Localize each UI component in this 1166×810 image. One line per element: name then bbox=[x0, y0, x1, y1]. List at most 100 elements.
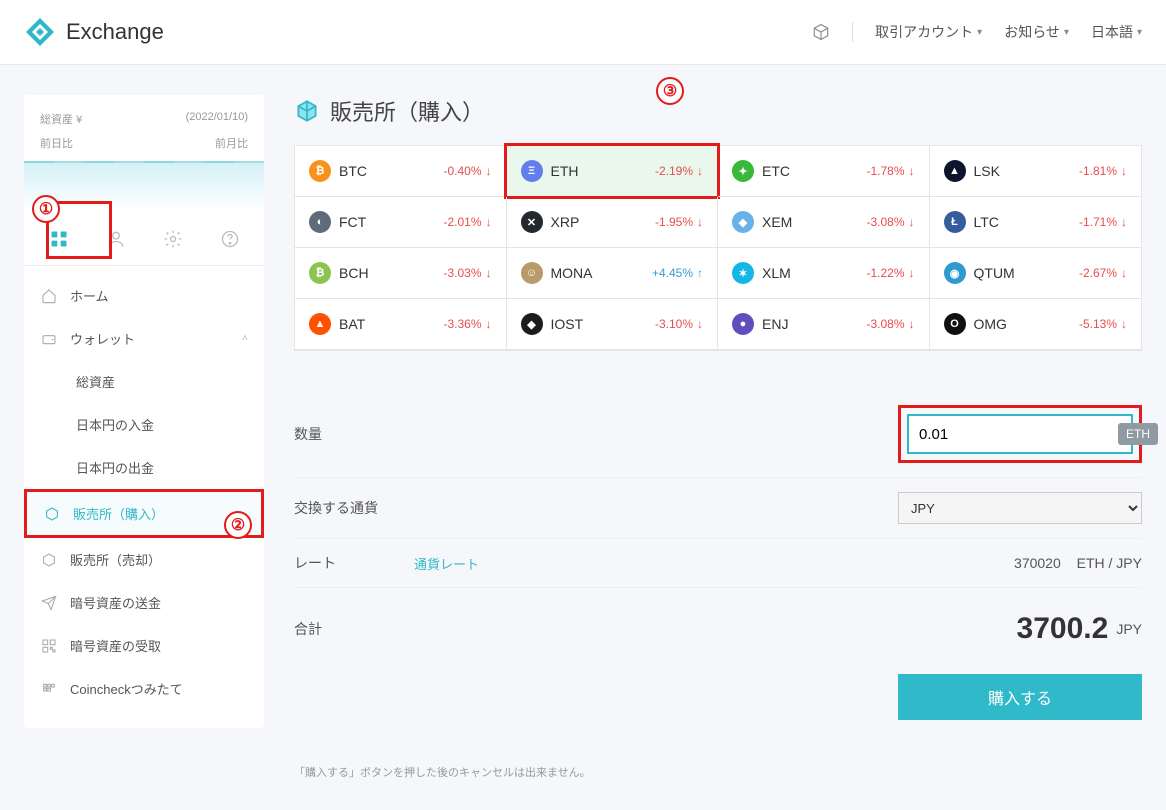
gear-tab[interactable] bbox=[159, 225, 187, 253]
coin-grid: ₿BTC-0.40% ↓ΞETH-2.19% ↓ ✦ ETC -1.78% ↓ ▲ LSK… bbox=[294, 145, 1142, 351]
coin-cell-eth[interactable]: ΞETH-2.19% ↓ bbox=[507, 146, 719, 197]
arrow-down-icon: ↓ bbox=[1121, 317, 1127, 331]
sidebar-item-label: Coincheckつみたて bbox=[70, 679, 183, 698]
coin-icon: Ξ bbox=[521, 160, 543, 182]
top-header: Exchange 取引アカウント▾ お知らせ▾ 日本語▾ bbox=[0, 0, 1166, 65]
sidebar-item-日本円の出金[interactable]: 日本円の出金 bbox=[24, 446, 264, 489]
coin-change: -5.13% ↓ bbox=[1079, 317, 1127, 331]
sidebar-tabs bbox=[24, 211, 264, 266]
arrow-up-icon: ↑ bbox=[697, 266, 703, 280]
sidebar-item-総資産[interactable]: 総資産 bbox=[24, 360, 264, 403]
sidebar-item-暗号資産の受取[interactable]: 暗号資産の受取 bbox=[24, 624, 264, 667]
coin-cell-xrp[interactable]: ✕XRP-1.95% ↓ bbox=[507, 197, 719, 248]
coin-cell-qtum[interactable]: ◉QTUM-2.67% ↓ bbox=[930, 248, 1142, 299]
arrow-down-icon: ↓ bbox=[486, 266, 492, 280]
stack-icon bbox=[40, 681, 58, 697]
brand-logo[interactable]: Exchange bbox=[24, 16, 164, 48]
sidebar-item-Coincheckつみたて[interactable]: Coincheckつみたて bbox=[24, 667, 264, 710]
coin-change: -3.36% ↓ bbox=[443, 317, 491, 331]
coin-change: -1.81% ↓ bbox=[1079, 164, 1127, 178]
coin-cell-etc[interactable]: ✦ ETC -1.78% ↓ bbox=[718, 146, 930, 197]
buy-button[interactable]: 購入する bbox=[898, 674, 1142, 720]
grid-tab[interactable] bbox=[45, 225, 73, 253]
coin-cell-bch[interactable]: ₿BCH-3.03% ↓ bbox=[295, 248, 507, 299]
coin-cell-mona[interactable]: ☺MONA+4.45% ↑ bbox=[507, 248, 719, 299]
chevron-down-icon: ▾ bbox=[1137, 27, 1142, 38]
rate-label: レート bbox=[294, 553, 414, 573]
sidebar-item-ホーム[interactable]: ホーム bbox=[24, 274, 264, 317]
rate-pair: ETH / JPY bbox=[1077, 555, 1142, 571]
arrow-down-icon: ↓ bbox=[697, 317, 703, 331]
coin-cell-ltc[interactable]: ŁLTC-1.71% ↓ bbox=[930, 197, 1142, 248]
sidebar-item-販売所（売却）[interactable]: 販売所（売却） bbox=[24, 538, 264, 581]
wallet-icon bbox=[40, 331, 58, 347]
coin-change: -3.08% ↓ bbox=[866, 317, 914, 331]
coin-icon: ✕ bbox=[521, 211, 543, 233]
coin-cell-xem[interactable]: ◆ XEM -3.08% ↓ bbox=[718, 197, 930, 248]
coin-symbol: XLM bbox=[762, 265, 791, 281]
coin-icon: ▲ bbox=[944, 160, 966, 182]
notice-menu[interactable]: お知らせ▾ bbox=[1004, 22, 1069, 42]
qr-icon bbox=[40, 638, 58, 654]
sidebar-item-販売所（購入）[interactable]: 販売所（購入） bbox=[24, 489, 264, 538]
coin-cell-enj[interactable]: ●ENJ-3.08% ↓ bbox=[718, 299, 930, 350]
sidebar-item-label: 総資産 bbox=[76, 372, 115, 391]
coin-cell-fct[interactable]: ◐FCT-2.01% ↓ bbox=[295, 197, 507, 248]
coin-cell-lsk[interactable]: ▲ LSK -1.81% ↓ bbox=[930, 146, 1142, 197]
sidebar-item-label: 販売所（購入） bbox=[73, 504, 164, 523]
coin-change: -2.67% ↓ bbox=[1079, 266, 1127, 280]
chevron-up-icon: ˄ bbox=[242, 333, 248, 344]
qty-input[interactable] bbox=[919, 426, 1118, 443]
total-value: 3700.2 bbox=[1017, 612, 1109, 646]
sidebar-item-label: ホーム bbox=[70, 286, 109, 305]
coin-icon: ✦ bbox=[732, 160, 754, 182]
coin-icon: ● bbox=[732, 313, 754, 335]
help-tab[interactable] bbox=[216, 225, 244, 253]
prev-month-label: 前月比 bbox=[215, 135, 248, 151]
coin-change: -3.08% ↓ bbox=[866, 215, 914, 229]
cube-out-icon bbox=[40, 552, 58, 568]
coin-icon: ✶ bbox=[732, 262, 754, 284]
exchange-currency-select[interactable]: JPY bbox=[898, 492, 1142, 524]
logo-icon bbox=[24, 16, 56, 48]
cube-in-icon bbox=[294, 98, 320, 124]
page-title: 販売所（購入） bbox=[294, 95, 1142, 127]
arrow-down-icon: ↓ bbox=[697, 215, 703, 229]
arrow-down-icon: ↓ bbox=[1121, 164, 1127, 178]
coin-symbol: XEM bbox=[762, 214, 792, 230]
coin-cell-xlm[interactable]: ✶ XLM -1.22% ↓ bbox=[718, 248, 930, 299]
coin-icon: ◉ bbox=[944, 262, 966, 284]
coin-change: -1.78% ↓ bbox=[866, 164, 914, 178]
sidebar-item-ウォレット[interactable]: ウォレット˄ bbox=[24, 317, 264, 360]
rate-link[interactable]: 通貨レート bbox=[414, 554, 479, 573]
sidebar-item-暗号資産の送金[interactable]: 暗号資産の送金 bbox=[24, 581, 264, 624]
coin-icon: ◆ bbox=[521, 313, 543, 335]
coin-icon: ◆ bbox=[732, 211, 754, 233]
total-label: 合計 bbox=[294, 619, 414, 639]
sidebar-item-日本円の入金[interactable]: 日本円の入金 bbox=[24, 403, 264, 446]
language-menu[interactable]: 日本語▾ bbox=[1091, 22, 1142, 42]
coin-symbol: ETC bbox=[762, 163, 790, 179]
user-tab[interactable] bbox=[102, 225, 130, 253]
coin-cell-btc[interactable]: ₿BTC-0.40% ↓ bbox=[295, 146, 507, 197]
arrow-down-icon: ↓ bbox=[486, 164, 492, 178]
asset-date: (2022/01/10) bbox=[186, 111, 248, 127]
coin-symbol: OMG bbox=[974, 316, 1007, 332]
coin-cell-bat[interactable]: ▲BAT-3.36% ↓ bbox=[295, 299, 507, 350]
cube-icon[interactable] bbox=[812, 23, 830, 41]
coin-symbol: FCT bbox=[339, 214, 366, 230]
arrow-down-icon: ↓ bbox=[697, 164, 703, 178]
coin-change: -2.01% ↓ bbox=[443, 215, 491, 229]
sidebar-item-label: 暗号資産の受取 bbox=[70, 636, 161, 655]
coin-icon: ₿ bbox=[309, 160, 331, 182]
coin-change: -1.71% ↓ bbox=[1079, 215, 1127, 229]
main-content: ③ 販売所（購入） ₿BTC-0.40% ↓ΞETH-2.19% ↓✦ETC-1… bbox=[294, 95, 1142, 780]
prev-day-label: 前日比 bbox=[40, 135, 73, 151]
account-menu[interactable]: 取引アカウント▾ bbox=[875, 22, 982, 42]
coin-cell-iost[interactable]: ◆IOST-3.10% ↓ bbox=[507, 299, 719, 350]
coin-icon: O bbox=[944, 313, 966, 335]
disclaimer-text: 「購入する」ボタンを押した後のキャンセルは出来ません。 bbox=[294, 764, 1142, 780]
coin-symbol: LSK bbox=[974, 163, 1000, 179]
coin-cell-omg[interactable]: O OMG -5.13% ↓ bbox=[930, 299, 1142, 350]
coin-change: -1.22% ↓ bbox=[866, 266, 914, 280]
